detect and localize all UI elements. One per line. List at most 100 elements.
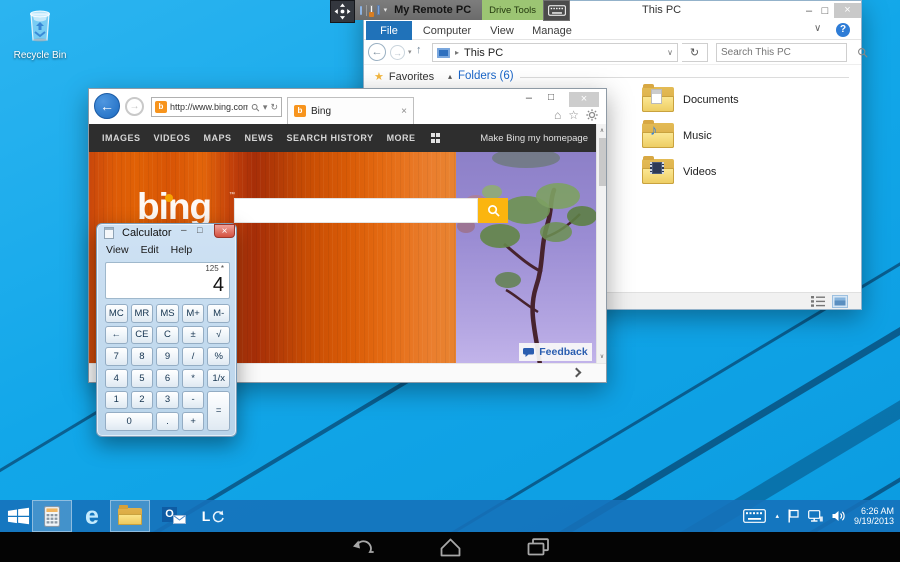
nav-videos[interactable]: VIDEOS (154, 133, 191, 143)
android-back-button[interactable] (345, 535, 379, 559)
touch-keyboard-icon[interactable] (743, 509, 766, 523)
sidebar-item-favorites[interactable]: ★ Favorites (374, 70, 434, 83)
key-mminus[interactable]: M- (207, 304, 230, 323)
properties-icon[interactable] (370, 5, 373, 16)
quick-access-dropdown-icon[interactable]: ▾ (384, 6, 388, 14)
apps-grid-icon[interactable] (431, 133, 441, 143)
scrollbar-thumb[interactable] (599, 138, 606, 186)
address-search-icon[interactable] (251, 103, 260, 112)
start-button[interactable] (4, 500, 32, 532)
maximize-button[interactable]: □ (548, 92, 554, 103)
history-dropdown-icon[interactable]: ▾ (408, 48, 412, 56)
network-icon[interactable] (808, 510, 823, 522)
help-icon[interactable]: ? (836, 23, 850, 37)
key-decimal[interactable]: . (156, 412, 179, 431)
key-8[interactable]: 8 (131, 347, 154, 366)
new-folder-icon[interactable] (377, 5, 380, 15)
thumbnail-view-icon[interactable] (833, 296, 847, 307)
key-0[interactable]: 0 (105, 412, 153, 431)
tab-file[interactable]: File (366, 21, 412, 40)
breadcrumb[interactable]: This PC (464, 47, 503, 59)
key-7[interactable]: 7 (105, 347, 128, 366)
key-1[interactable]: 1 (105, 391, 128, 410)
key-equals[interactable]: = (207, 391, 230, 431)
browser-forward-button[interactable]: → (125, 97, 144, 116)
url-text[interactable]: http://www.bing.com/ (170, 102, 248, 112)
favorites-star-icon[interactable]: ☆ (568, 108, 579, 122)
home-icon[interactable]: ⌂ (554, 108, 561, 122)
taskbar-file-explorer-button[interactable] (110, 500, 150, 532)
key-multiply[interactable]: * (182, 369, 205, 388)
feedback-button[interactable]: Feedback (519, 343, 592, 361)
key-3[interactable]: 3 (156, 391, 179, 410)
key-mplus[interactable]: M+ (182, 304, 205, 323)
folder-item-music[interactable]: ♪ Music (642, 123, 712, 148)
tab-manage[interactable]: Manage (526, 21, 578, 40)
nav-images[interactable]: IMAGES (102, 133, 141, 143)
scroll-down-icon[interactable]: ∨ (597, 353, 607, 360)
make-homepage-link[interactable]: Make Bing my homepage (480, 133, 588, 144)
show-hidden-icons-chevron[interactable]: ▴ (775, 512, 779, 520)
action-center-flag-icon[interactable] (788, 509, 799, 523)
settings-gear-icon[interactable] (586, 109, 598, 121)
key-minus[interactable]: - (182, 391, 205, 410)
menu-edit[interactable]: Edit (141, 244, 159, 256)
key-reciprocal[interactable]: 1/x (207, 369, 230, 388)
forward-button[interactable]: → (390, 45, 405, 60)
search-box[interactable] (716, 43, 847, 62)
menu-help[interactable]: Help (171, 244, 193, 256)
back-button[interactable]: ← (368, 43, 386, 61)
taskbar-lync-button[interactable]: L (196, 500, 230, 532)
refresh-button[interactable]: ↻ (682, 43, 708, 62)
collapse-group-icon[interactable]: ▴ (448, 72, 452, 81)
maximize-button[interactable]: □ (818, 4, 832, 18)
key-divide[interactable]: / (182, 347, 205, 366)
address-dropdown-icon[interactable]: ▾ (263, 102, 268, 113)
folders-group-header[interactable]: ▴ Folders (6) (448, 70, 849, 82)
recycle-bin-shortcut[interactable]: Recycle Bin (12, 6, 68, 61)
key-backspace[interactable]: ← (105, 326, 128, 345)
close-button[interactable]: × (214, 224, 235, 238)
android-recents-button[interactable] (521, 535, 555, 559)
browser-back-button[interactable]: ← (94, 93, 120, 119)
key-9[interactable]: 9 (156, 347, 179, 366)
key-percent[interactable]: % (207, 347, 230, 366)
key-mr[interactable]: MR (131, 304, 154, 323)
bing-search-box[interactable] (234, 198, 478, 223)
page-scrollbar[interactable]: ∧ ∨ (596, 124, 606, 363)
up-button[interactable]: ↑ (416, 44, 422, 56)
folders-group-label[interactable]: Folders (6) (458, 70, 514, 82)
taskbar-outlook-button[interactable]: O (158, 500, 192, 532)
volume-icon[interactable] (832, 510, 845, 522)
key-ms[interactable]: MS (156, 304, 179, 323)
close-button[interactable]: × (569, 92, 599, 107)
minimize-button[interactable]: – (802, 4, 816, 18)
taskbar-calculator-button[interactable] (32, 500, 72, 532)
taskbar-clock[interactable]: 6:26 AM 9/19/2013 (854, 506, 894, 526)
address-bar[interactable]: ▸ This PC ∨ (432, 43, 678, 62)
key-5[interactable]: 5 (131, 369, 154, 388)
calculator-titlebar[interactable]: Calculator – □ × (97, 224, 236, 242)
address-dropdown-icon[interactable]: ∨ (667, 48, 673, 57)
remote-pan-handle[interactable] (330, 0, 355, 23)
key-ce[interactable]: CE (131, 326, 154, 345)
nav-maps[interactable]: MAPS (204, 133, 232, 143)
close-button[interactable]: × (834, 3, 861, 18)
drive-tools-contextual-tab[interactable]: Drive Tools (482, 0, 543, 20)
scroll-up-icon[interactable]: ∧ (597, 127, 607, 134)
key-4[interactable]: 4 (105, 369, 128, 388)
bing-search-button[interactable] (478, 198, 508, 223)
tab-close-icon[interactable]: × (401, 106, 407, 117)
key-c[interactable]: C (156, 326, 179, 345)
nav-news[interactable]: NEWS (245, 133, 274, 143)
search-input[interactable] (717, 47, 857, 58)
remote-session-toolbar[interactable]: ▾ My Remote PC Drive Tools (355, 0, 543, 20)
key-plus[interactable]: + (182, 412, 205, 431)
taskbar-internet-explorer-button[interactable]: e (74, 500, 110, 532)
key-sqrt[interactable]: √ (207, 326, 230, 345)
key-2[interactable]: 2 (131, 391, 154, 410)
tab-view[interactable]: View (482, 21, 522, 40)
minimize-button[interactable]: – (181, 225, 187, 236)
nav-search-history[interactable]: SEARCH HISTORY (287, 133, 374, 143)
folder-item-videos[interactable]: Videos (642, 159, 716, 184)
